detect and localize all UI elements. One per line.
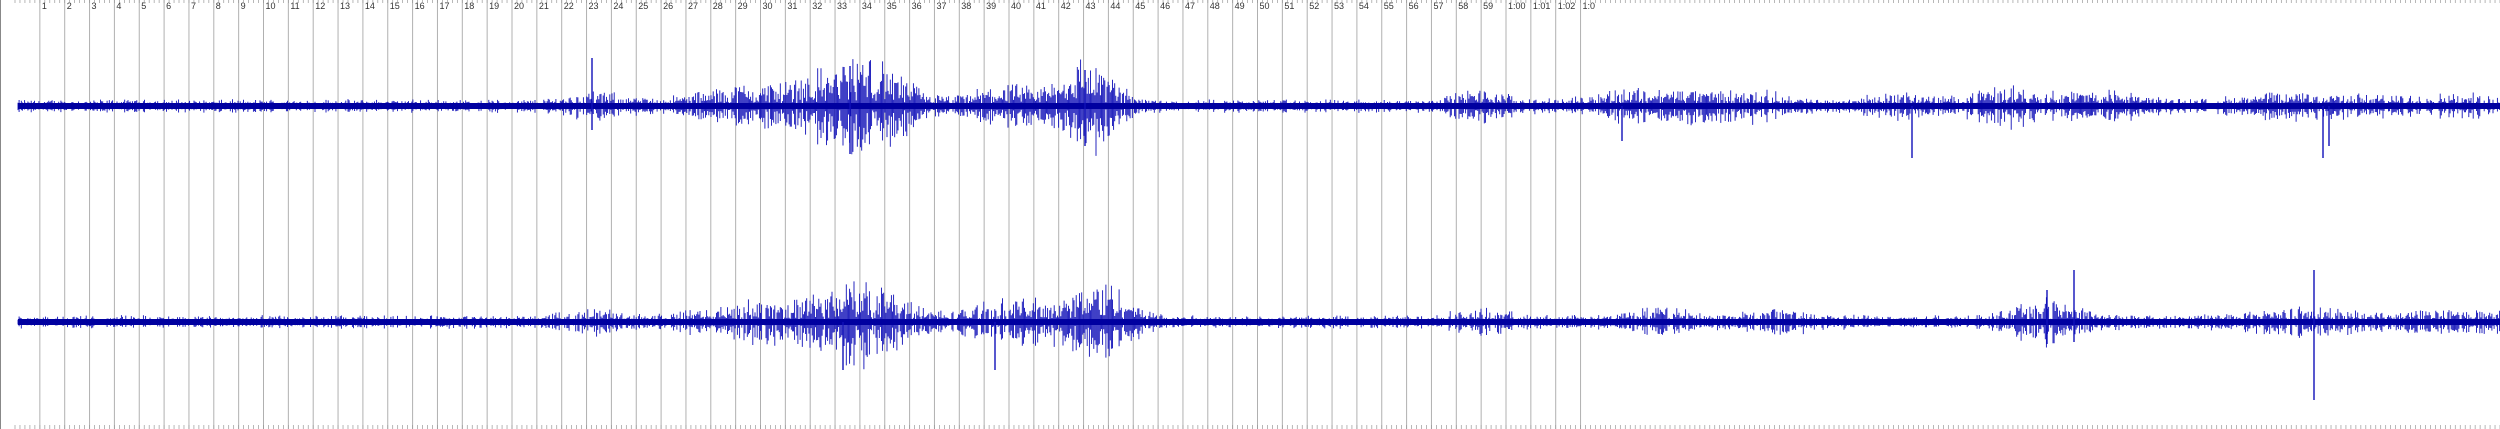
time-label: 14	[365, 1, 375, 11]
time-label: 25	[638, 1, 648, 11]
time-label: 57	[1433, 1, 1443, 11]
time-label: 47	[1185, 1, 1195, 11]
time-label: 41	[1036, 1, 1046, 11]
time-label: 43	[1086, 1, 1096, 11]
time-label: 33	[837, 1, 847, 11]
time-label: 34	[862, 1, 872, 11]
time-label: 3	[92, 1, 97, 11]
time-label: 9	[241, 1, 246, 11]
canvas-background	[0, 0, 2500, 429]
time-label: 30	[763, 1, 773, 11]
time-label: 15	[390, 1, 400, 11]
waveform-view[interactable]: 1 2 3 4 5 6 7 8 9 10 11 12 13 14 15 16 17 18 19 20 21 22 23 24 2…	[0, 0, 2500, 429]
time-label: 46	[1160, 1, 1170, 11]
time-label: 58	[1458, 1, 1468, 11]
time-label: 28	[713, 1, 723, 11]
time-label: 42	[1061, 1, 1071, 11]
waveform-core	[18, 103, 2500, 109]
time-label: 13	[340, 1, 350, 11]
time-label: 10	[266, 1, 276, 11]
time-label: 8	[216, 1, 221, 11]
time-label: 1:0	[1583, 1, 1596, 11]
time-label: 4	[116, 1, 121, 11]
time-label: 12	[315, 1, 325, 11]
time-label: 26	[663, 1, 673, 11]
bottom-time-ruler[interactable]	[14, 425, 2500, 429]
time-label: 35	[887, 1, 897, 11]
time-label: 20	[514, 1, 524, 11]
time-label: 2	[67, 1, 72, 11]
time-label: 36	[912, 1, 922, 11]
time-label: 52	[1309, 1, 1319, 11]
time-label: 23	[589, 1, 599, 11]
time-label: 50	[1260, 1, 1270, 11]
time-label: 5	[141, 1, 146, 11]
time-label: 27	[688, 1, 698, 11]
time-label: 24	[613, 1, 623, 11]
time-label: 49	[1235, 1, 1245, 11]
time-label: 51	[1284, 1, 1294, 11]
time-label: 59	[1483, 1, 1493, 11]
time-label: 22	[564, 1, 574, 11]
time-label: 55	[1384, 1, 1394, 11]
time-label: 40	[1011, 1, 1021, 11]
time-label: 6	[166, 1, 171, 11]
time-label: 7	[191, 1, 196, 11]
time-label: 39	[986, 1, 996, 11]
time-label: 37	[936, 1, 946, 11]
time-label: 31	[787, 1, 797, 11]
time-label: 38	[961, 1, 971, 11]
time-label: 45	[1135, 1, 1145, 11]
time-label: 18	[464, 1, 474, 11]
waveform-core	[18, 319, 2500, 325]
time-label: 1	[42, 1, 47, 11]
time-label: 19	[489, 1, 499, 11]
time-label: 44	[1110, 1, 1120, 11]
time-label: 16	[415, 1, 425, 11]
time-label: 32	[812, 1, 822, 11]
time-label: 21	[539, 1, 549, 11]
time-label: 54	[1359, 1, 1369, 11]
time-label: 17	[439, 1, 449, 11]
time-label: 53	[1334, 1, 1344, 11]
time-label: 29	[738, 1, 748, 11]
time-label: 56	[1409, 1, 1419, 11]
time-label: 48	[1210, 1, 1220, 11]
